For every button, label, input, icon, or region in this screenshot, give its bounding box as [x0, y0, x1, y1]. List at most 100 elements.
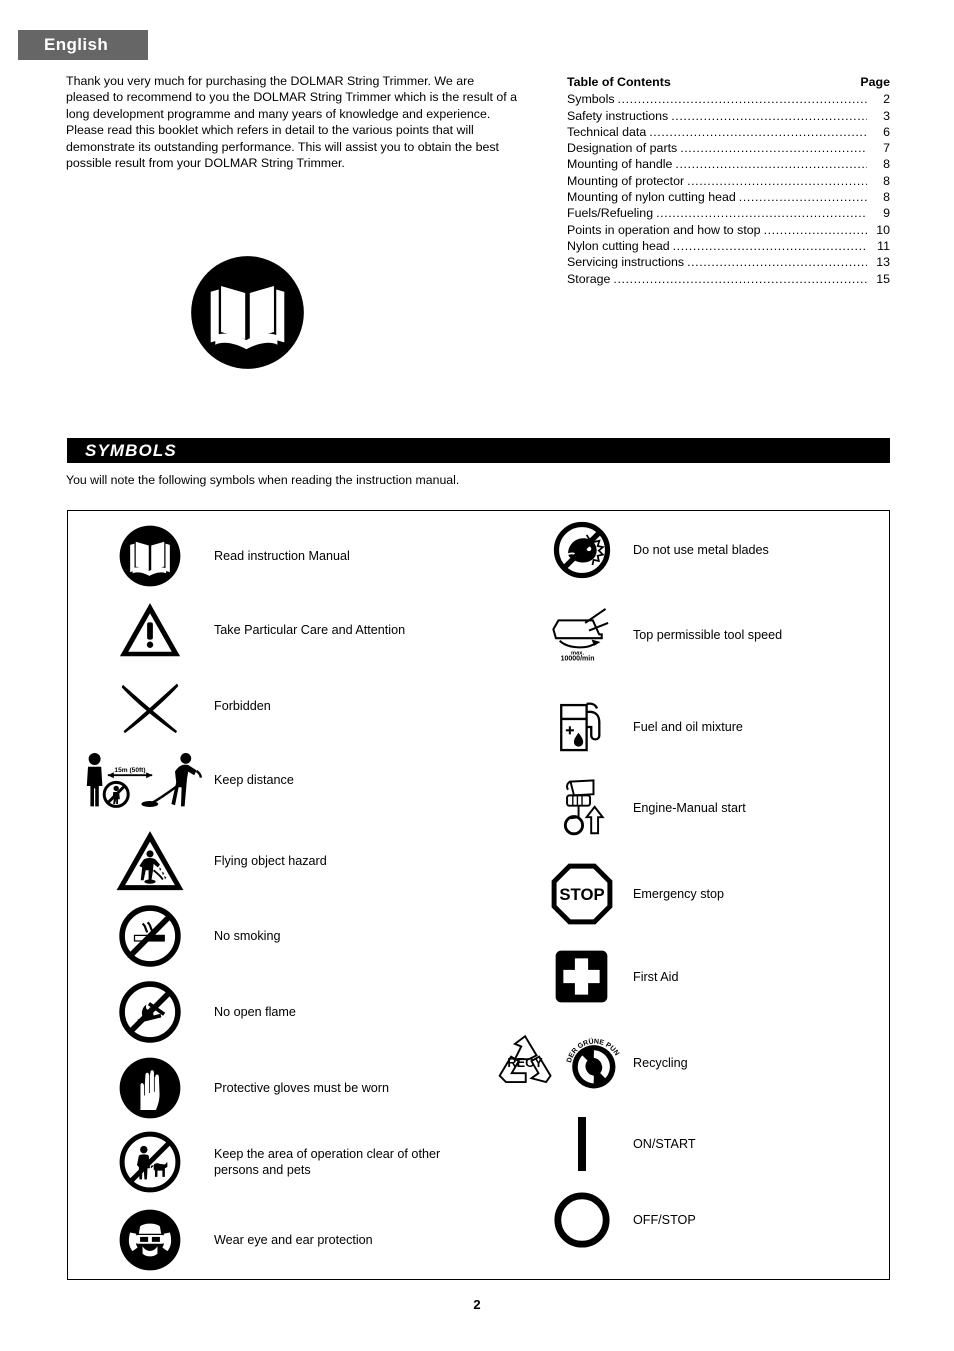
toc-leader-dots: ........................................…: [672, 238, 867, 253]
symbol-row: Wear eye and ear protection: [86, 1209, 373, 1271]
toc-entry-title: Fuels/Refueling: [567, 206, 654, 221]
toc-entry-title: Mounting of handle: [567, 157, 673, 172]
toc-page-header: Page: [860, 75, 890, 89]
symbol-row: Forbidden: [86, 677, 271, 735]
toc-entry-title: Storage: [567, 271, 611, 286]
toc-entry[interactable]: Mounting of nylon cutting head..........…: [567, 189, 890, 205]
toc-entry[interactable]: Safety instructions.....................…: [567, 108, 890, 124]
symbol-row: First Aid: [530, 949, 679, 1004]
symbol-label: Protective gloves must be worn: [214, 1081, 389, 1095]
toc-entry[interactable]: Designation of parts....................…: [567, 140, 890, 156]
toc-entry[interactable]: Points in operation and how to stop.....…: [567, 222, 890, 238]
document-page: English Thank you very much for purchasi…: [0, 0, 954, 1351]
toc-leader-dots: ........................................…: [671, 108, 867, 123]
no-metal-blades-icon: [530, 521, 633, 579]
symbol-row: Fuel and oil mixture: [530, 697, 743, 757]
toc-entry[interactable]: Mounting of handle......................…: [567, 156, 890, 172]
emergency-stop-text: STOP: [559, 885, 604, 904]
toc-entry-title: Mounting of nylon cutting head: [567, 190, 736, 205]
toc-entry-page: 13: [876, 255, 890, 270]
symbol-row: Take Particular Care and Attention: [86, 601, 405, 659]
toc-entry[interactable]: Nylon cutting head......................…: [567, 238, 890, 254]
symbol-label: No smoking: [214, 929, 281, 943]
toc-title: Table of Contents: [567, 75, 671, 89]
symbol-label: Flying object hazard: [214, 854, 327, 868]
symbol-label: Engine-Manual start: [633, 801, 746, 815]
keep-distance-icon: 15m (50ft): [76, 751, 214, 809]
toc-entry-page: 11: [877, 238, 890, 253]
no-open-flame-icon: [86, 981, 214, 1043]
toc-entry-page: 15: [876, 271, 890, 286]
emergency-stop-icon: STOP: [530, 863, 633, 925]
symbols-section-subtitle: You will note the following symbols when…: [66, 473, 460, 487]
page-number: 2: [473, 1297, 481, 1312]
language-badge-label: English: [44, 35, 109, 54]
no-smoking-icon: [86, 905, 214, 967]
toc-entry-page: 10: [876, 222, 890, 237]
symbol-label: Do not use metal blades: [633, 543, 769, 557]
symbol-label: Wear eye and ear protection: [214, 1233, 373, 1247]
toc-leader-dots: ........................................…: [680, 141, 867, 156]
toc-entry[interactable]: Technical data..........................…: [567, 124, 890, 140]
toc-entry-title: Symbols: [567, 92, 615, 107]
toc-entry-title: Points in operation and how to stop: [567, 222, 761, 237]
toc-entry[interactable]: Mounting of protector...................…: [567, 173, 890, 189]
intro-paragraph-1: Thank you very much for purchasing the D…: [66, 74, 518, 121]
symbol-label: Recycling: [633, 1056, 688, 1070]
fuel-oil-mixture-icon: [530, 697, 633, 757]
toc-leader-dots: ........................................…: [613, 271, 867, 286]
symbols-column-right: Do not use metal blades max. 10000/min T…: [490, 511, 901, 1279]
read-manual-mark: [190, 255, 305, 370]
table-of-contents: Table of Contents Page Symbols..........…: [567, 74, 890, 287]
toc-entry-title: Nylon cutting head: [567, 238, 670, 253]
toc-entry-title: Mounting of protector: [567, 173, 685, 188]
toc-entry[interactable]: Storage.................................…: [567, 271, 890, 287]
toc-leader-dots: ........................................…: [687, 173, 867, 188]
symbol-label: OFF/STOP: [633, 1213, 696, 1227]
on-start-icon: [530, 1115, 633, 1173]
intro-text: Thank you very much for purchasing the D…: [66, 73, 518, 171]
symbol-row: No open flame: [86, 981, 296, 1043]
symbol-label: Emergency stop: [633, 887, 724, 901]
symbol-label: Top permissible tool speed: [633, 628, 783, 642]
symbol-label: Read instruction Manual: [214, 549, 350, 563]
symbol-row: Flying object hazard: [86, 829, 327, 893]
symbol-label: Keep the area of operation clear of othe…: [214, 1147, 441, 1177]
language-badge: English: [18, 30, 148, 60]
toc-entry-page: 7: [883, 141, 890, 156]
first-aid-icon: [530, 949, 633, 1004]
toc-entry[interactable]: Symbols.................................…: [567, 91, 890, 107]
toc-entry[interactable]: Fuels/Refueling.........................…: [567, 205, 890, 221]
symbols-column-left: Read instruction Manual Take Particular …: [68, 511, 479, 1279]
tool-speed-value-label: 10000/min: [560, 655, 594, 662]
symbol-label: No open flame: [214, 1005, 296, 1019]
toc-entry-page: 9: [883, 206, 890, 221]
recycling-icon: RECY DER GRÜNE PUNKT: [490, 1027, 633, 1099]
off-stop-icon: [530, 1191, 633, 1249]
toc-entry-page: 8: [883, 157, 890, 172]
toc-leader-dots: ........................................…: [656, 206, 867, 221]
toc-entry-title: Designation of parts: [567, 141, 678, 156]
symbols-table: Read instruction Manual Take Particular …: [67, 510, 890, 1280]
toc-entry-list: Symbols.................................…: [567, 91, 890, 287]
toc-entry[interactable]: Servicing instructions..................…: [567, 254, 890, 270]
symbol-row: STOP Emergency stop: [530, 863, 724, 925]
symbol-row: Protective gloves must be worn: [86, 1057, 389, 1119]
toc-leader-dots: ........................................…: [617, 92, 867, 107]
symbol-label: ON/START: [633, 1137, 696, 1151]
toc-entry-title: Technical data: [567, 124, 647, 139]
symbol-row: RECY DER GRÜNE PUNKT: [490, 1027, 688, 1099]
symbol-row: OFF/STOP: [530, 1191, 696, 1249]
toc-entry-page: 2: [883, 92, 890, 107]
eye-ear-protection-icon: [86, 1209, 214, 1271]
symbol-label: First Aid: [633, 969, 679, 984]
top-tool-speed-icon: max. 10000/min: [530, 601, 633, 669]
symbol-row: No smoking: [86, 905, 281, 967]
open-book-circle-icon: [191, 256, 304, 369]
symbol-row: Engine-Manual start: [530, 777, 746, 839]
toc-entry-page: 6: [883, 124, 890, 139]
symbol-row: Keep the area of operation clear of othe…: [86, 1131, 444, 1193]
symbol-label: Take Particular Care and Attention: [214, 623, 406, 637]
symbol-row: ON/START: [530, 1115, 696, 1173]
symbol-row: Read instruction Manual: [86, 525, 350, 587]
